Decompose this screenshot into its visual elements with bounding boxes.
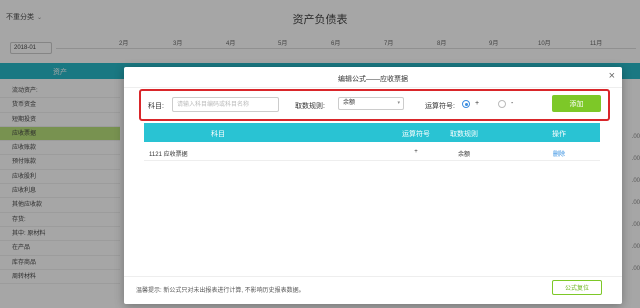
row-subject: 1121 应收票据 — [149, 152, 188, 158]
divider — [124, 276, 622, 277]
operator-plus-radio[interactable] — [462, 100, 470, 108]
operator-label: 运算符号: — [425, 103, 455, 110]
operator-minus-radio[interactable] — [498, 100, 506, 108]
column-header-subject: 科目 — [211, 131, 225, 138]
reset-formula-button[interactable]: 公式复位 — [552, 280, 602, 295]
chevron-down-icon: ▾ — [397, 100, 400, 106]
close-icon[interactable]: × — [609, 71, 615, 82]
formula-form: 科目: 取数规则: 余额 ▾ 运算符号: + - 添加 — [139, 89, 610, 121]
column-header-rule: 取数规则 — [450, 131, 478, 138]
edit-formula-dialog: 编辑公式——应收票据 × 科目: 取数规则: 余额 ▾ 运算符号: + - 添加… — [124, 67, 622, 304]
subject-label: 科目: — [148, 103, 164, 110]
rule-select[interactable]: 余额 ▾ — [338, 97, 404, 110]
operator-plus-label: + — [475, 100, 480, 107]
hint-text: 温馨提示: 新公式只对未出报表进行计算, 不影响历史报表数据。 — [136, 288, 305, 294]
dialog-title: 编辑公式——应收票据 — [338, 76, 408, 83]
rule-select-value: 余额 — [343, 100, 356, 106]
divider — [124, 87, 622, 88]
column-header-action: 操作 — [552, 131, 566, 138]
row-rule: 余额 — [457, 152, 470, 158]
operator-minus-label: - — [511, 100, 514, 107]
rule-label: 取数规则: — [295, 103, 325, 110]
delete-link[interactable]: 删除 — [539, 149, 579, 158]
table-row: 1121 应收票据 + 余额 删除 — [144, 145, 600, 161]
subject-input[interactable] — [172, 97, 279, 112]
add-button[interactable]: 添加 — [552, 95, 601, 112]
formula-table-header: 科目 运算符号 取数规则 操作 — [144, 123, 600, 142]
